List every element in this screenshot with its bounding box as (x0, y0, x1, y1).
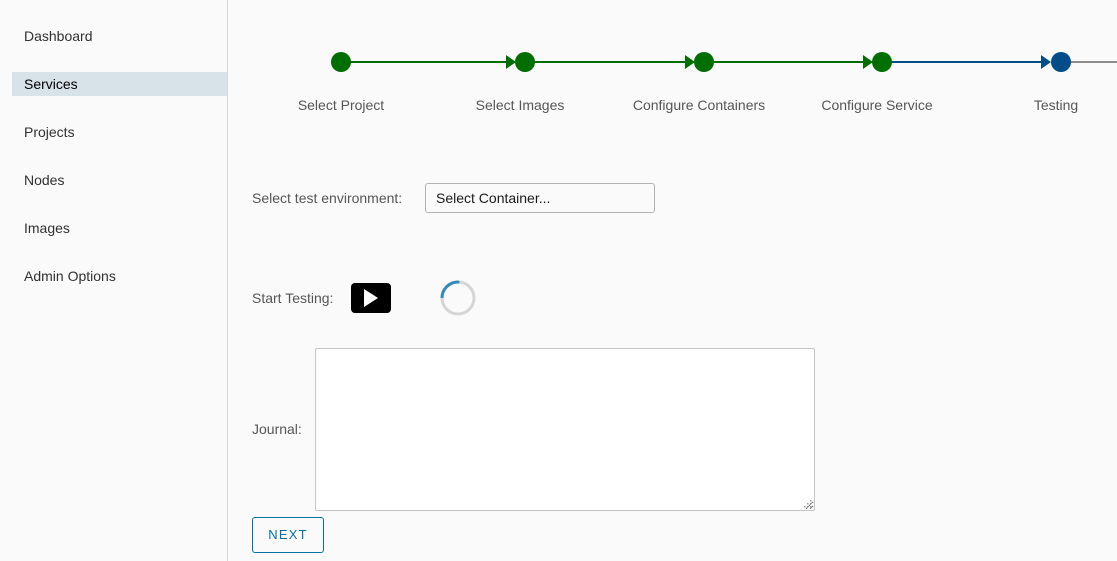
sidebar-item-nodes[interactable]: Nodes (12, 168, 227, 192)
sidebar-item-projects[interactable]: Projects (12, 120, 227, 144)
step-connector (350, 61, 510, 63)
sidebar-item-admin-options[interactable]: Admin Options (12, 264, 227, 288)
journal-label: Journal: (252, 421, 302, 437)
sidebar-item-dashboard[interactable]: Dashboard (12, 24, 227, 48)
arrow-right-icon (1041, 55, 1051, 69)
wizard-stepper: Select Project Select Images Configure C… (228, 0, 1117, 130)
step-complete-dot[interactable] (872, 52, 892, 72)
step-complete-dot[interactable] (331, 52, 351, 72)
step-label-select-project[interactable]: Select Project (241, 97, 441, 113)
next-button[interactable]: NEXT (252, 517, 324, 553)
resize-grip-icon[interactable] (801, 497, 813, 509)
step-label-configure-service[interactable]: Configure Service (777, 97, 977, 113)
start-testing-label: Start Testing: (252, 290, 334, 306)
loading-spinner-icon (440, 280, 476, 316)
step-current-dot[interactable] (1051, 52, 1071, 72)
step-label-select-images[interactable]: Select Images (420, 97, 620, 113)
step-complete-dot[interactable] (515, 52, 535, 72)
step-connector (713, 61, 869, 63)
sidebar-item-services[interactable]: Services (12, 72, 227, 96)
sidebar-item-images[interactable]: Images (12, 216, 227, 240)
step-connector (891, 61, 1047, 63)
start-testing-button[interactable] (351, 283, 391, 313)
step-label-testing[interactable]: Testing (956, 97, 1117, 113)
test-environment-select[interactable]: Select Container... (425, 183, 655, 213)
step-complete-dot[interactable] (694, 52, 714, 72)
test-environment-label: Select test environment: (252, 190, 403, 206)
sidebar-nav: Dashboard Services Projects Nodes Images… (0, 0, 228, 561)
app-window: Dashboard Services Projects Nodes Images… (0, 0, 1117, 561)
main-content: Select Project Select Images Configure C… (228, 0, 1117, 561)
step-connector (534, 61, 688, 63)
step-connector (1070, 61, 1117, 63)
play-icon (364, 289, 378, 307)
journal-textarea[interactable] (315, 348, 815, 511)
step-label-configure-containers[interactable]: Configure Containers (599, 97, 799, 113)
